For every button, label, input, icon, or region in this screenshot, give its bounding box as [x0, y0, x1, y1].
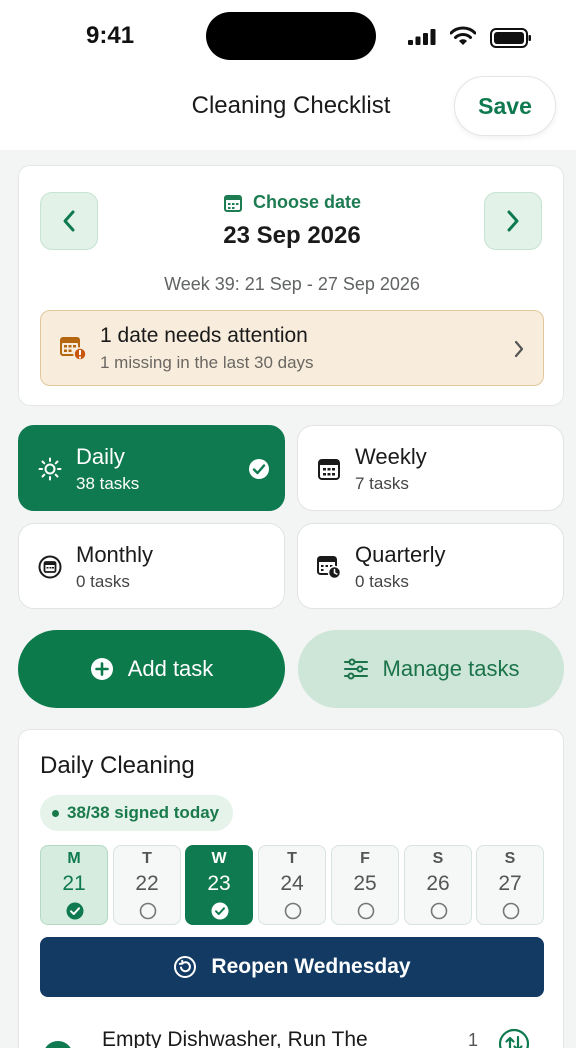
cellular-signal-icon — [408, 29, 436, 45]
chevron-right-icon — [507, 210, 519, 232]
frequency-weekly[interactable]: Weekly 7 tasks — [297, 425, 564, 511]
day-letter: W — [211, 850, 227, 867]
plus-circle-icon — [90, 658, 113, 680]
next-date-button[interactable] — [484, 192, 542, 250]
navigation-bar: Cleaning Checklist Save — [0, 76, 576, 150]
reopen-day-button[interactable]: Reopen Wednesday — [40, 937, 544, 997]
day-number: 22 — [135, 872, 159, 895]
date-picker-card: Choose date 23 Sep 2026 Week 39: 21 Sep … — [18, 165, 564, 406]
frequency-label: Monthly — [76, 542, 154, 567]
frequency-count: 0 tasks — [355, 572, 409, 591]
calendar-icon — [223, 194, 242, 212]
day-cell-sun[interactable]: S 27 — [476, 845, 544, 925]
manage-tasks-label: Manage tasks — [382, 656, 520, 681]
week-range: Week 39: 21 Sep - 27 Sep 2026 — [164, 274, 420, 294]
empty-circle-icon — [502, 902, 520, 920]
task-count: 1 — [468, 1030, 479, 1048]
signed-status-text: 38/38 signed today — [67, 803, 220, 822]
day-number: 24 — [280, 872, 304, 895]
empty-circle-icon — [357, 902, 375, 920]
day-letter: F — [360, 850, 370, 867]
task-check-toggle[interactable] — [43, 1041, 73, 1048]
check-circle-icon — [249, 459, 269, 479]
day-number: 21 — [62, 872, 86, 895]
day-number: 26 — [426, 872, 450, 895]
frequency-monthly[interactable]: Monthly 0 tasks — [18, 523, 285, 609]
section-title: Daily Cleaning — [40, 752, 195, 779]
frequency-label: Quarterly — [355, 542, 446, 567]
month-icon — [38, 555, 62, 579]
status-time: 9:41 — [86, 22, 135, 49]
frequency-quarterly[interactable]: Quarterly 0 tasks — [297, 523, 564, 609]
task-name: Empty Dishwasher, Run The — [102, 1028, 368, 1048]
reorder-icon[interactable] — [498, 1028, 530, 1048]
dynamic-island — [206, 12, 376, 60]
check-circle-icon — [66, 902, 84, 920]
add-task-button[interactable]: Add task — [18, 630, 285, 708]
day-number: 23 — [207, 872, 231, 895]
day-cell-thu[interactable]: T 24 — [258, 845, 326, 925]
frequency-count: 7 tasks — [355, 474, 409, 493]
check-circle-icon — [211, 902, 229, 920]
manage-tasks-button[interactable]: Manage tasks — [298, 630, 564, 708]
reopen-label: Reopen Wednesday — [211, 955, 411, 978]
frequency-label: Daily — [76, 444, 125, 469]
battery-icon — [490, 28, 531, 48]
day-number: 27 — [498, 872, 522, 895]
day-cell-sat[interactable]: S 26 — [404, 845, 472, 925]
status-bar: 9:41 — [0, 0, 576, 76]
task-row[interactable]: Empty Dishwasher, Run The 1 — [19, 1018, 565, 1048]
chevron-right-icon — [514, 340, 524, 358]
daily-cleaning-card: Daily Cleaning 38/38 signed today M 21 T… — [18, 729, 564, 1048]
status-dot — [52, 809, 59, 817]
choose-date-label: Choose date — [252, 192, 362, 212]
empty-circle-icon — [284, 902, 302, 920]
frequency-count: 38 tasks — [76, 474, 140, 493]
day-cell-tue[interactable]: T 22 — [113, 845, 181, 925]
day-cell-fri[interactable]: F 25 — [331, 845, 399, 925]
calendar-warning-icon — [60, 337, 87, 361]
add-task-label: Add task — [127, 656, 214, 681]
attention-subtitle: 1 missing in the last 30 days — [100, 353, 314, 372]
wifi-icon — [450, 26, 476, 45]
signed-status-badge: 38/38 signed today — [40, 795, 234, 831]
frequency-daily[interactable]: Daily 38 tasks — [18, 425, 285, 511]
attention-banner[interactable]: 1 date needs attention 1 missing in the … — [40, 310, 544, 386]
empty-circle-icon — [139, 902, 157, 920]
day-cell-mon[interactable]: M 21 — [40, 845, 108, 925]
day-number: 25 — [353, 872, 377, 895]
attention-title: 1 date needs attention — [100, 324, 308, 347]
reopen-icon — [174, 956, 197, 978]
save-button[interactable]: Save — [454, 76, 556, 136]
day-letter: M — [67, 850, 81, 867]
day-cell-wed[interactable]: W 23 — [185, 845, 253, 925]
day-letter: S — [504, 850, 516, 867]
day-letter: S — [432, 850, 444, 867]
frequency-label: Weekly — [355, 444, 427, 469]
sliders-icon — [343, 658, 368, 680]
day-letter: T — [142, 850, 152, 867]
calendar-clock-icon — [317, 556, 341, 579]
frequency-count: 0 tasks — [76, 572, 130, 591]
empty-circle-icon — [430, 902, 448, 920]
sun-icon — [38, 457, 62, 481]
calendar-icon — [318, 459, 340, 480]
day-letter: T — [287, 850, 297, 867]
